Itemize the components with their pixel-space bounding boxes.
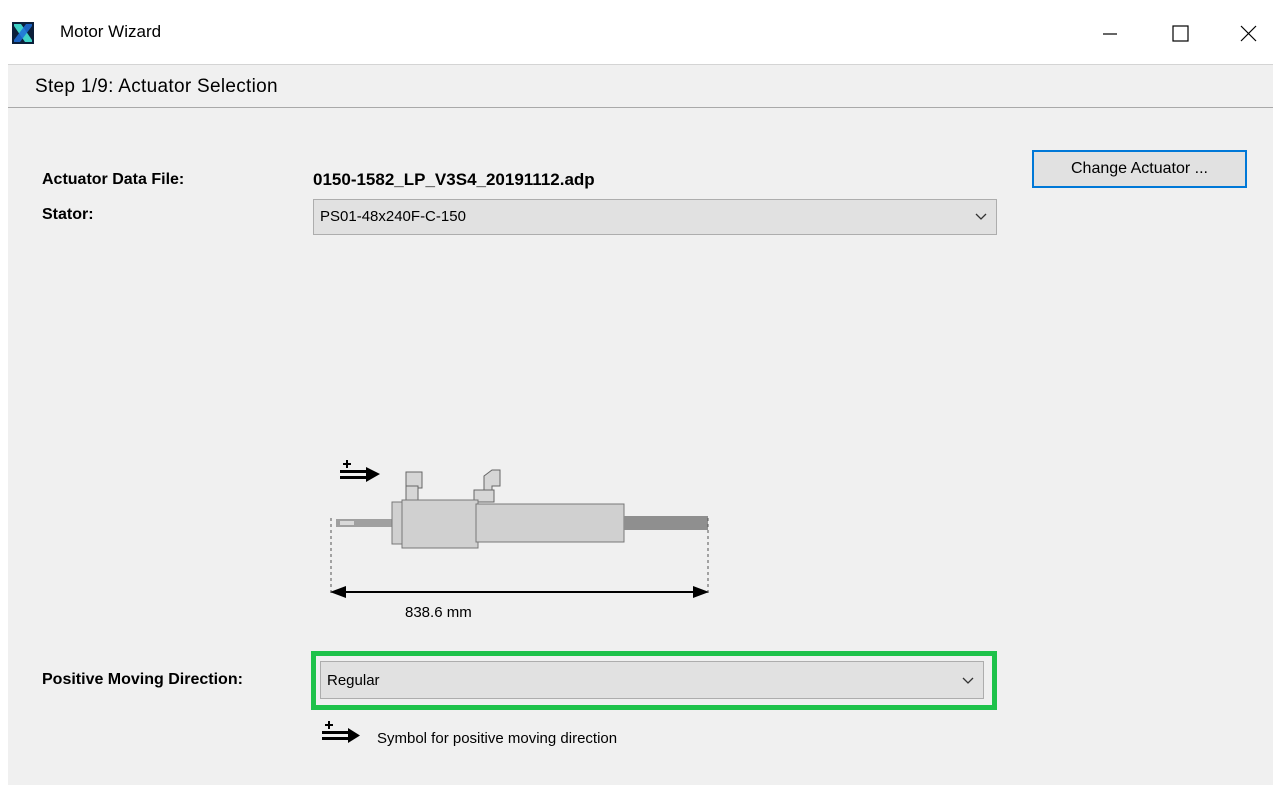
connector-icon (473, 469, 501, 503)
chevron-down-icon (975, 213, 987, 220)
step-header: Step 1/9: Actuator Selection (8, 64, 1273, 108)
stator-label: Stator: (42, 206, 94, 223)
positive-direction-symbol-icon (322, 721, 360, 743)
actuator-body (336, 499, 708, 549)
actuator-diagram (330, 460, 709, 598)
stator-dropdown[interactable]: PS01-48x240F-C-150 (313, 199, 997, 235)
actuator-file-value: 0150-1582_LP_V3S4_20191112.adp (313, 170, 595, 189)
maximize-button[interactable] (1152, 12, 1208, 54)
minimize-icon (1103, 33, 1117, 35)
stator-dropdown-value: PS01-48x240F-C-150 (320, 208, 466, 225)
step-title: Step 1/9: Actuator Selection (35, 76, 278, 97)
actuator-file-label: Actuator Data File: (42, 171, 185, 188)
maximize-icon (1172, 25, 1189, 42)
close-button[interactable] (1221, 12, 1277, 54)
direction-dropdown[interactable]: Regular (320, 661, 984, 699)
direction-dropdown-value: Regular (327, 672, 380, 689)
app-logo-icon (12, 22, 34, 44)
change-actuator-button[interactable]: Change Actuator ... (1032, 150, 1247, 188)
dimension-label: 838.6 mm (405, 604, 472, 621)
title-bar: Motor Wizard (0, 0, 1277, 64)
content-panel: Actuator Data File: 0150-1582_LP_V3S4_20… (8, 108, 1273, 785)
window-title: Motor Wizard (60, 22, 162, 41)
close-icon (1240, 25, 1257, 42)
connector-icon (405, 471, 423, 501)
chevron-down-icon (962, 677, 974, 684)
symbol-caption: Symbol for positive moving direction (377, 730, 618, 747)
direction-label: Positive Moving Direction: (42, 671, 243, 688)
minimize-button[interactable] (1082, 12, 1138, 54)
positive-direction-arrow-icon (340, 460, 380, 482)
